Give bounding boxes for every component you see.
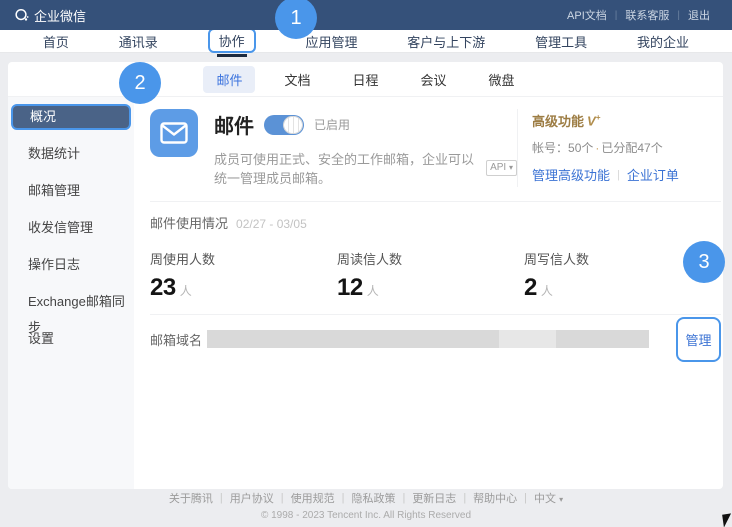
feature-tabs: 邮件 文档 日程 会议 微盘 bbox=[8, 62, 723, 97]
stat-value: 23 bbox=[150, 274, 176, 302]
tab-drive[interactable]: 微盘 bbox=[476, 66, 528, 93]
brand[interactable]: 企业微信 bbox=[14, 6, 86, 25]
wecom-admin-page: 企业微信 API文档 | 联系客服 | 退出 首页 通讯录 协作 应用管理 客户… bbox=[0, 0, 732, 527]
usage-stats: 周使用人数 23人 周读信人数 12人 周写信人数 2人 bbox=[150, 249, 721, 302]
tab-docs[interactable]: 文档 bbox=[271, 66, 323, 93]
footer-about-link[interactable]: 关于腾讯 bbox=[162, 490, 220, 506]
sidebar-item-settings[interactable]: 设置 bbox=[8, 326, 134, 352]
divider: | bbox=[610, 169, 627, 181]
chevron-down-icon: ▾ bbox=[559, 495, 563, 504]
api-docs-link[interactable]: API文档 bbox=[559, 7, 615, 23]
envelope-icon bbox=[160, 122, 188, 144]
annotation-step-2: 2 bbox=[119, 62, 161, 104]
sidebar-item-send-receive[interactable]: 收发信管理 bbox=[8, 215, 134, 241]
nav-contacts[interactable]: 通讯录 bbox=[115, 32, 162, 51]
premium-panel: 高级功能 V+ 帐号：50个·已分配47个 管理高级功能 | 企业订单 bbox=[517, 109, 721, 187]
mail-status-label: 已启用 bbox=[314, 116, 350, 133]
sidebar-item-statistics[interactable]: 数据统计 bbox=[8, 141, 134, 167]
nav-my-company[interactable]: 我的企业 bbox=[633, 32, 693, 51]
api-dropdown-badge[interactable]: API ▾ bbox=[486, 160, 517, 176]
mail-header-info: 邮件 已启用 成员可使用正式、安全的工作邮箱，企业可以统一管理成员邮箱。 API… bbox=[198, 109, 517, 187]
page-footer: 关于腾讯| 用户协议| 使用规范| 隐私政策| 更新日志| 帮助中心| 中文 ▾… bbox=[0, 490, 732, 521]
stat-value: 12 bbox=[337, 274, 363, 302]
mail-usage-section: 邮件使用情况 02/27 - 03/05 周使用人数 23人 周读信人数 12人 bbox=[150, 202, 721, 315]
footer-rules-link[interactable]: 使用规范 bbox=[284, 490, 342, 506]
footer-privacy-link[interactable]: 隐私政策 bbox=[344, 490, 402, 506]
sidebar-item-operation-log[interactable]: 操作日志 bbox=[8, 252, 134, 278]
sidebar-item-exchange-sync[interactable]: Exchange邮箱同步 bbox=[8, 289, 134, 315]
manage-domain-annotation-box: 管理 bbox=[676, 317, 721, 362]
manage-premium-link[interactable]: 管理高级功能 bbox=[532, 165, 610, 184]
usage-title: 邮件使用情况 bbox=[150, 213, 228, 232]
sidebar-item-overview[interactable]: 概况 bbox=[11, 104, 131, 130]
premium-quota: 帐号：50个·已分配47个 bbox=[532, 139, 721, 156]
footer-help-link[interactable]: 帮助中心 bbox=[466, 490, 524, 506]
stat-value: 2 bbox=[524, 274, 537, 302]
toggle-knob bbox=[283, 116, 303, 134]
chevron-down-icon: ▾ bbox=[509, 163, 513, 172]
manage-domain-link[interactable]: 管理 bbox=[685, 330, 711, 349]
content-card: 邮件 文档 日程 会议 微盘 概况 数据统计 邮箱管理 收发信管理 操作日志 E… bbox=[8, 62, 723, 489]
mail-description: 成员可使用正式、安全的工作邮箱，企业可以统一管理成员邮箱。 bbox=[214, 149, 480, 187]
mail-header: 邮件 已启用 成员可使用正式、安全的工作邮箱，企业可以统一管理成员邮箱。 API… bbox=[150, 97, 721, 202]
usage-date-range: 02/27 - 03/05 bbox=[236, 217, 307, 231]
mail-domain-row: 邮箱域名 管理 bbox=[150, 315, 721, 363]
premium-title: 高级功能 bbox=[532, 111, 584, 130]
domain-redacted-bar bbox=[207, 330, 649, 348]
vip-icon: V+ bbox=[587, 113, 600, 128]
footer-terms-link[interactable]: 用户协议 bbox=[223, 490, 281, 506]
topbar-links: API文档 | 联系客服 | 退出 bbox=[559, 7, 718, 23]
footer-changelog-link[interactable]: 更新日志 bbox=[405, 490, 463, 506]
nav-collaboration[interactable]: 协作 bbox=[204, 30, 260, 53]
nav-app-management[interactable]: 应用管理 bbox=[301, 32, 361, 51]
premium-title-row: 高级功能 V+ bbox=[532, 111, 721, 130]
mail-overview-main: 邮件 已启用 成员可使用正式、安全的工作邮箱，企业可以统一管理成员邮箱。 API… bbox=[134, 97, 723, 489]
mail-enabled-toggle[interactable] bbox=[264, 115, 304, 135]
main-nav: 首页 通讯录 协作 应用管理 客户与上下游 管理工具 我的企业 bbox=[0, 30, 732, 53]
stat-weekly-users: 周使用人数 23人 bbox=[150, 249, 337, 302]
nav-home[interactable]: 首页 bbox=[39, 32, 73, 51]
brand-name: 企业微信 bbox=[34, 6, 86, 25]
tab-calendar[interactable]: 日程 bbox=[339, 66, 391, 93]
nav-customers[interactable]: 客户与上下游 bbox=[403, 32, 489, 51]
enterprise-order-link[interactable]: 企业订单 bbox=[627, 165, 679, 184]
tab-meeting[interactable]: 会议 bbox=[408, 66, 460, 93]
logout-link[interactable]: 退出 bbox=[680, 7, 718, 23]
card-body: 概况 数据统计 邮箱管理 收发信管理 操作日志 Exchange邮箱同步 设置 bbox=[8, 97, 723, 489]
nav-collaboration-label: 协作 bbox=[208, 28, 256, 53]
redaction-segment bbox=[499, 330, 556, 348]
language-selector[interactable]: 中文 ▾ bbox=[527, 490, 570, 506]
tab-mail[interactable]: 邮件 bbox=[203, 66, 255, 93]
domain-label: 邮箱域名 bbox=[150, 330, 207, 349]
annotation-step-3: 3 bbox=[683, 241, 725, 283]
mail-title: 邮件 bbox=[214, 110, 254, 139]
mouse-cursor bbox=[722, 513, 732, 527]
stat-weekly-readers: 周读信人数 12人 bbox=[337, 249, 524, 302]
nav-admin-tools[interactable]: 管理工具 bbox=[531, 32, 591, 51]
contact-support-link[interactable]: 联系客服 bbox=[617, 7, 677, 23]
active-nav-indicator bbox=[217, 54, 247, 57]
wecom-logo-icon bbox=[14, 8, 29, 23]
mail-app-icon bbox=[150, 109, 198, 157]
mail-sidebar: 概况 数据统计 邮箱管理 收发信管理 操作日志 Exchange邮箱同步 设置 bbox=[8, 97, 134, 489]
sidebar-item-mailbox-management[interactable]: 邮箱管理 bbox=[8, 178, 134, 204]
topbar: 企业微信 API文档 | 联系客服 | 退出 bbox=[0, 0, 732, 30]
copyright: © 1998 - 2023 Tencent Inc. All Rights Re… bbox=[0, 510, 732, 521]
